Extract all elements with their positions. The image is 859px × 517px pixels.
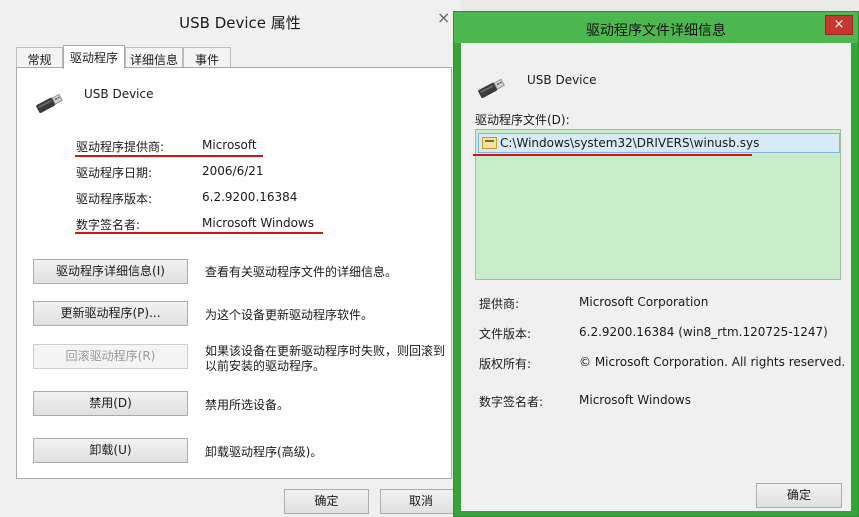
copyright-value: © Microsoft Corporation. All rights rese… — [579, 355, 846, 369]
provider-value: Microsoft Corporation — [579, 295, 709, 309]
tab-events[interactable]: 事件 — [183, 47, 231, 68]
signer-label: 数字签名者: — [76, 218, 141, 232]
update-driver-desc: 为这个设备更新驱动程序软件。 — [205, 308, 374, 322]
file-version-label: 文件版本: — [479, 327, 532, 341]
version-value: 6.2.9200.16384 — [202, 190, 298, 204]
driver-file-details-dialog: 驱动程序文件详细信息 × USB Device 驱动程序文件(D): C:\Wi… — [453, 11, 859, 517]
rollback-driver-desc: 如果该设备在更新驱动程序时失败，则回滚到以前安装的驱动程序。 — [205, 344, 446, 373]
dialog-title: 驱动程序文件详细信息 — [586, 23, 726, 39]
driver-files-label: 驱动程序文件(D): — [475, 113, 570, 127]
title-bar: USB Device 属性 × — [0, 0, 462, 38]
tab-details[interactable]: 详细信息 — [125, 47, 183, 68]
provider-label: 驱动程序提供商: — [76, 140, 165, 154]
tab-general[interactable]: 常规 — [16, 47, 63, 68]
device-properties-dialog: USB Device 属性 × 常规 驱动程序 详细信息 事件 USB Devi… — [0, 0, 462, 517]
ok-button[interactable]: 确定 — [756, 483, 842, 508]
driver-details-desc: 查看有关驱动程序文件的详细信息。 — [205, 265, 398, 279]
date-value: 2006/6/21 — [202, 164, 264, 178]
provider-highlight-underline — [75, 155, 263, 157]
version-label: 驱动程序版本: — [76, 192, 153, 206]
system-file-icon — [482, 137, 497, 149]
cancel-button[interactable]: 取消 — [380, 489, 462, 514]
signer-value: Microsoft Windows — [202, 216, 314, 230]
driver-details-button[interactable]: 驱动程序详细信息(I) — [33, 259, 188, 284]
file-path: C:\Windows\system32\DRIVERS\winusb.sys — [500, 136, 760, 150]
file-version-value: 6.2.9200.16384 (win8_rtm.120725-1247) — [579, 325, 828, 339]
close-icon[interactable]: × — [825, 15, 853, 35]
close-icon[interactable]: × — [437, 8, 450, 27]
usb-drive-icon — [478, 78, 505, 98]
update-driver-button[interactable]: 更新驱动程序(P)... — [33, 301, 188, 326]
title-bar: 驱动程序文件详细信息 × — [454, 12, 858, 43]
copyright-label: 版权所有: — [479, 357, 532, 371]
disable-device-desc: 禁用所选设备。 — [205, 398, 290, 412]
signer-value: Microsoft Windows — [579, 393, 691, 407]
driver-files-list[interactable]: C:\Windows\system32\DRIVERS\winusb.sys — [475, 129, 841, 280]
provider-label: 提供商: — [479, 297, 520, 311]
date-label: 驱动程序日期: — [76, 166, 153, 180]
provider-value: Microsoft — [202, 138, 257, 152]
list-item[interactable]: C:\Windows\system32\DRIVERS\winusb.sys — [478, 133, 840, 153]
device-name: USB Device — [84, 87, 154, 101]
driver-tab-panel: USB Device 驱动程序提供商: Microsoft 驱动程序日期: 20… — [16, 67, 452, 479]
uninstall-driver-desc: 卸载驱动程序(高级)。 — [205, 445, 323, 459]
usb-drive-icon — [36, 93, 63, 113]
file-highlight-underline — [473, 154, 752, 156]
rollback-driver-button[interactable]: 回滚驱动程序(R) — [33, 344, 188, 369]
ok-button[interactable]: 确定 — [284, 489, 369, 514]
disable-device-button[interactable]: 禁用(D) — [33, 391, 188, 416]
tab-driver[interactable]: 驱动程序 — [63, 45, 125, 69]
device-name: USB Device — [527, 73, 597, 87]
dialog-title: USB Device 属性 — [179, 14, 301, 32]
signer-label: 数字签名者: — [479, 395, 544, 409]
file-details-content: USB Device 驱动程序文件(D): C:\Windows\system3… — [461, 43, 851, 511]
signer-highlight-underline — [75, 232, 323, 234]
uninstall-driver-button[interactable]: 卸载(U) — [33, 438, 188, 463]
